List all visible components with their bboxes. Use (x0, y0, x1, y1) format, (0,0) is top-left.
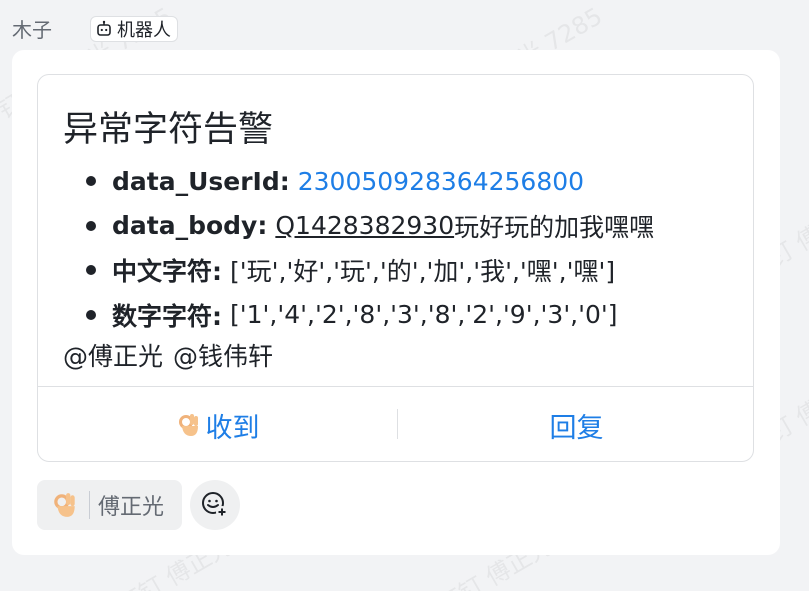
add-reaction-button[interactable] (190, 480, 240, 530)
field-digit-chars: 数字字符: ['1','4','2','8','3','8','2','9','… (86, 293, 654, 338)
reaction-chip[interactable]: 傅正光 (37, 480, 182, 530)
alert-card: 异常字符告警 data_UserId: 230050928364256800 d… (37, 74, 754, 462)
message-bubble: 异常字符告警 data_UserId: 230050928364256800 d… (12, 50, 780, 555)
divider (89, 491, 90, 519)
reply-label: 回复 (549, 412, 604, 444)
reply-button[interactable]: 回复 (398, 395, 755, 455)
received-button[interactable]: 收到 (38, 395, 397, 455)
body-underlined-value[interactable]: Q1428382930 (275, 211, 454, 240)
field-label: 数字字符: (112, 301, 222, 331)
emoji-add-icon (202, 492, 228, 518)
bullet-icon (86, 176, 96, 187)
reaction-user: 傅正光 (98, 495, 165, 520)
bullet-icon (86, 309, 96, 320)
bot-tag: 机器人 (90, 15, 178, 42)
body-value-rest: 玩好玩的加我嘿嘿 (454, 212, 655, 242)
bot-tag-label: 机器人 (117, 19, 171, 41)
card-title: 异常字符告警 (63, 110, 274, 150)
bullet-icon (86, 220, 96, 231)
robot-icon (97, 20, 111, 36)
field-value: ['1','4','2','8','3','8','2','9','3','0'… (230, 300, 618, 330)
mention[interactable]: @傅正光 (63, 337, 163, 373)
field-value: ['玩','好','玩','的','加','我','嘿','嘿'] (230, 257, 616, 287)
field-chinese-chars: 中文字符: ['玩','好','玩','的','加','我','嘿','嘿'] (86, 248, 654, 293)
mention[interactable]: @钱伟轩 (173, 337, 273, 373)
ok-hand-icon (178, 414, 198, 436)
message-header: 木子 机器人 (12, 14, 178, 43)
field-label: data_body: (112, 211, 268, 241)
received-label: 收到 (205, 412, 260, 444)
field-userid: data_UserId: 230050928364256800 (86, 159, 654, 204)
bullet-icon (86, 265, 96, 276)
field-label: 中文字符: (112, 257, 222, 287)
field-label: data_UserId: (112, 166, 290, 196)
field-list: data_UserId: 230050928364256800 data_bod… (86, 159, 654, 337)
mentions: @傅正光 @钱伟轩 (63, 337, 273, 373)
divider (38, 386, 753, 387)
userid-link[interactable]: 230050928364256800 (298, 167, 584, 196)
ok-hand-icon (54, 493, 75, 517)
sender-name[interactable]: 木子 (12, 14, 52, 43)
field-body: data_body: Q1428382930 玩好玩的加我嘿嘿 (86, 204, 654, 249)
